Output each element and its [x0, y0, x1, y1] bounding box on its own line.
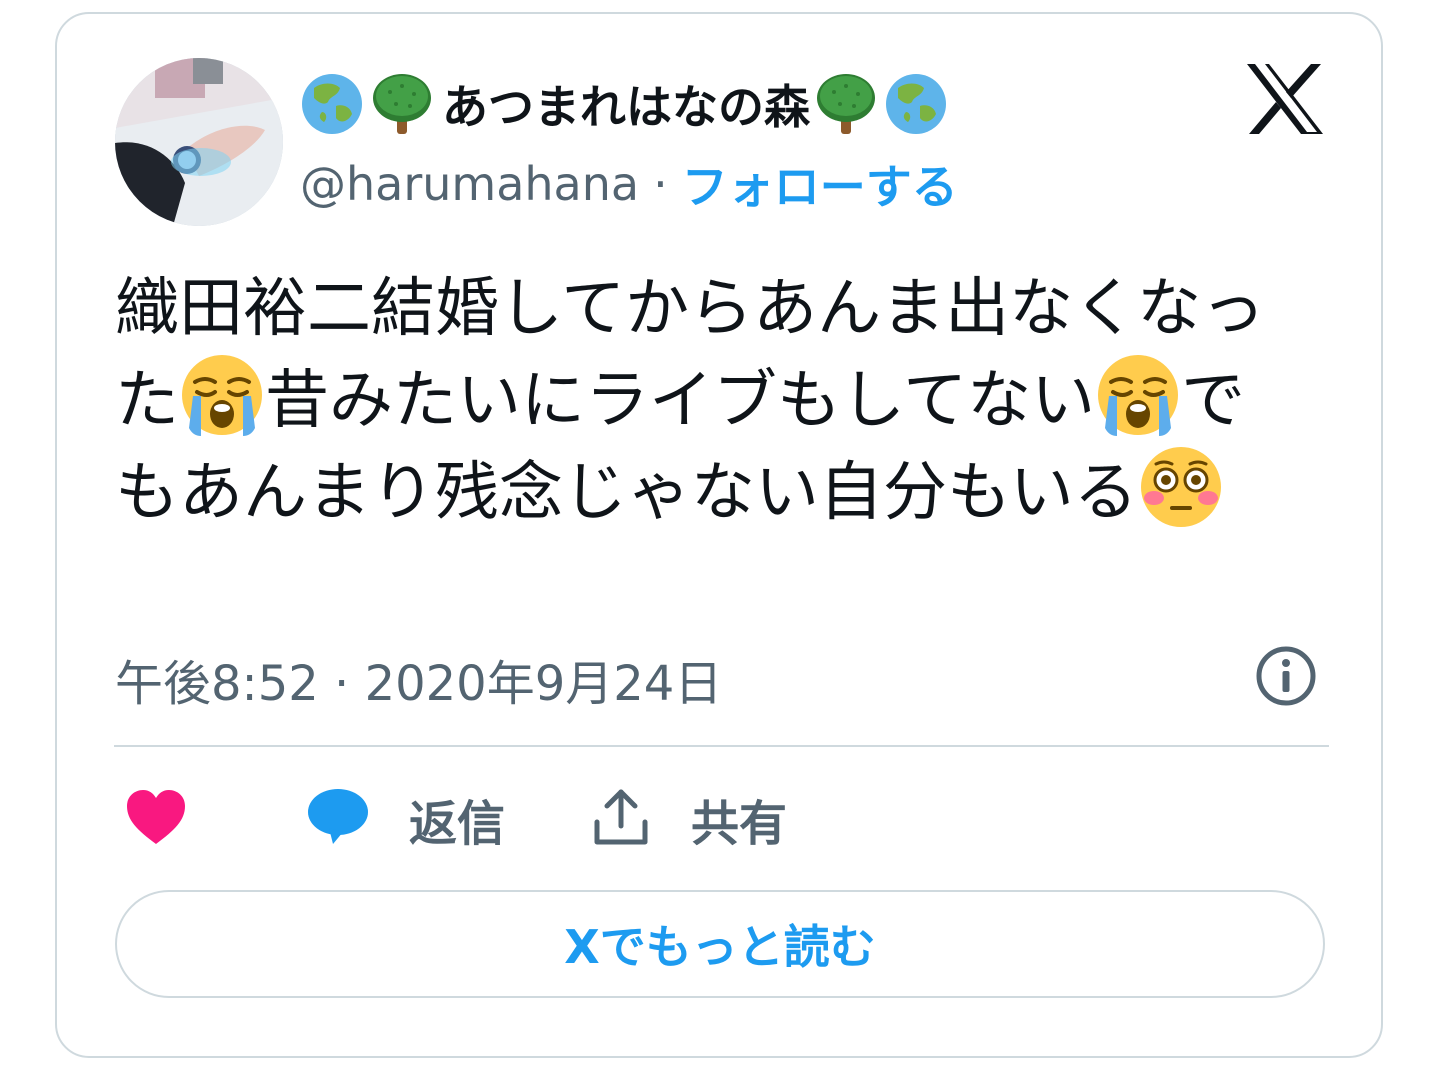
speech-bubble-icon: [307, 788, 369, 850]
loudly-crying-face-icon: [1095, 352, 1181, 438]
handle-row: @harumahana · フォローする: [300, 154, 958, 214]
follow-link[interactable]: フォローする: [682, 151, 958, 217]
like-button[interactable]: [125, 784, 187, 854]
tweet-timestamp[interactable]: 午後8:52 · 2020年9月24日: [115, 644, 722, 714]
heart-icon: [125, 788, 187, 850]
embedded-tweet-card: あつまれはなの森 @harumahana · フォローする 織田裕二結婚してから…: [55, 12, 1383, 1058]
loudly-crying-face-icon: [179, 352, 265, 438]
x-logo-icon[interactable]: [1245, 62, 1325, 136]
share-upload-icon: [593, 788, 649, 850]
read-more-button[interactable]: Xでもっと読む: [115, 890, 1325, 998]
avatar[interactable]: [115, 58, 283, 226]
reply-button[interactable]: 返信: [307, 784, 505, 854]
globe-asia-icon: [300, 72, 364, 136]
user-handle[interactable]: @harumahana: [300, 157, 639, 211]
tweet-text-part: 昔みたいにライブもしてない: [265, 364, 1096, 438]
reply-label: 返信: [409, 796, 506, 852]
tweet-text: 織田裕二結婚してからあんま出なくなった 昔みたいにライブもしてない でもあんまり…: [115, 266, 1295, 536]
divider: [114, 745, 1329, 747]
tree-icon: [814, 72, 878, 136]
share-label: 共有: [691, 796, 788, 852]
separator-dot: ·: [653, 157, 668, 211]
info-icon[interactable]: [1254, 644, 1318, 708]
flushed-face-icon: [1138, 444, 1224, 530]
share-button[interactable]: 共有: [593, 784, 787, 854]
display-name: あつまれはなの森: [442, 80, 810, 134]
tweet-actions: 返信 共有: [115, 784, 1015, 854]
tree-icon: [370, 72, 434, 136]
globe-asia-icon: [884, 72, 948, 136]
display-name-row[interactable]: あつまれはなの森: [300, 72, 954, 136]
